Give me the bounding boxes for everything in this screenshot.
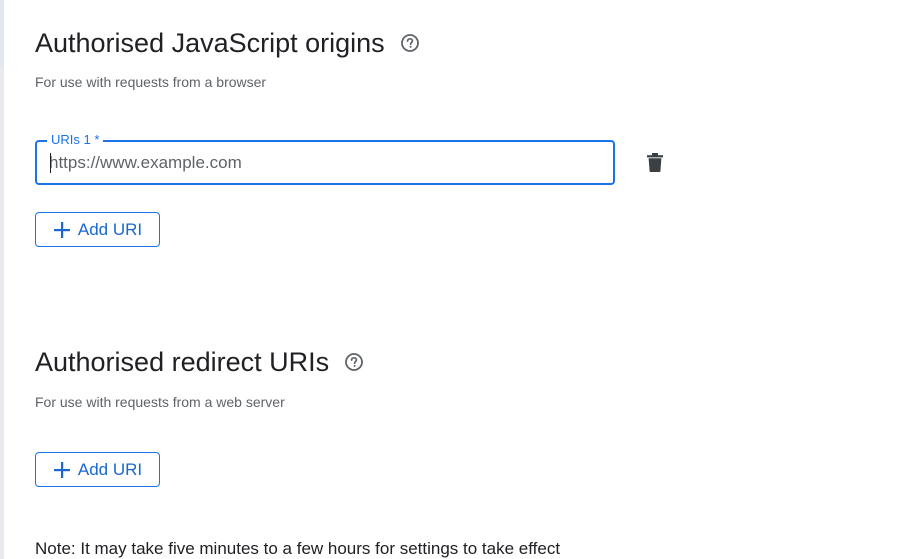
uri-input-1[interactable] (49, 151, 599, 175)
help-circle-icon[interactable] (344, 352, 364, 372)
redirect-uris-description: For use with requests from a web server (35, 394, 285, 410)
left-divider-highlight (0, 0, 4, 68)
add-uri-label: Add URI (77, 219, 143, 239)
js-origins-title: Authorised JavaScript origins (35, 26, 420, 60)
add-js-origin-uri-button[interactable]: Add URI (35, 212, 160, 247)
add-uri-label: Add URI (77, 459, 143, 479)
oauth-client-form: Authorised JavaScript origins For use wi… (0, 0, 904, 559)
add-redirect-uri-button[interactable]: Add URI (35, 452, 160, 487)
uri-field-label: URIs 1 * (47, 132, 104, 148)
left-divider (0, 0, 4, 559)
js-origins-title-text: Authorised JavaScript origins (35, 28, 385, 58)
plus-icon (53, 221, 71, 239)
redirect-uris-title: Authorised redirect URIs (35, 345, 364, 379)
redirect-uris-title-text: Authorised redirect URIs (35, 347, 330, 377)
uri-field-1: URIs 1 * (35, 132, 615, 185)
settings-delay-note: Note: It may take five minutes to a few … (35, 539, 561, 558)
js-origins-description: For use with requests from a browser (35, 74, 267, 90)
help-circle-icon[interactable] (400, 33, 420, 53)
delete-uri-button[interactable] (643, 150, 667, 174)
text-caret (50, 153, 51, 173)
trash-icon (647, 152, 663, 172)
plus-icon (53, 461, 71, 479)
